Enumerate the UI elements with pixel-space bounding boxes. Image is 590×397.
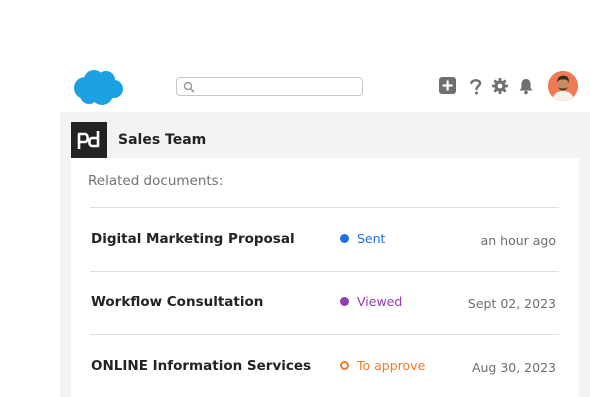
status-label: Viewed bbox=[357, 294, 403, 309]
search-input[interactable] bbox=[199, 79, 359, 94]
status-label: To approve bbox=[357, 358, 426, 373]
avatar-image bbox=[548, 71, 578, 101]
document-row[interactable]: ONLINE Information Services To approve A… bbox=[0, 358, 590, 388]
gear-icon[interactable] bbox=[491, 77, 509, 95]
document-row[interactable]: Digital Marketing Proposal Sent an hour … bbox=[0, 231, 590, 261]
status-badge: Viewed bbox=[340, 294, 402, 309]
document-name[interactable]: Digital Marketing Proposal bbox=[91, 231, 295, 247]
document-name[interactable]: Workflow Consultation bbox=[91, 294, 263, 310]
search-icon bbox=[183, 81, 195, 93]
salesforce-cloud-icon[interactable] bbox=[72, 68, 124, 106]
status-dot bbox=[340, 361, 349, 370]
status-label: Sent bbox=[357, 231, 386, 246]
help-icon[interactable] bbox=[467, 77, 485, 95]
add-icon[interactable] bbox=[439, 77, 457, 95]
card-title: Sales Team bbox=[118, 132, 207, 148]
status-badge: To approve bbox=[340, 358, 425, 373]
search-box[interactable] bbox=[176, 77, 363, 96]
user-avatar[interactable] bbox=[548, 71, 578, 101]
bell-icon[interactable] bbox=[517, 77, 535, 95]
status-dot bbox=[340, 297, 349, 306]
divider bbox=[90, 207, 559, 208]
document-name[interactable]: ONLINE Information Services bbox=[91, 358, 311, 374]
document-date: Aug 30, 2023 bbox=[471, 360, 556, 375]
document-date: an hour ago bbox=[480, 233, 556, 248]
status-dot bbox=[340, 234, 349, 243]
document-date: Sept 02, 2023 bbox=[467, 296, 556, 311]
related-documents-label: Related documents: bbox=[88, 173, 224, 189]
status-badge: Sent bbox=[340, 231, 385, 246]
pandadoc-logo bbox=[71, 122, 107, 158]
divider bbox=[90, 271, 559, 272]
divider bbox=[90, 334, 559, 335]
document-row[interactable]: Workflow Consultation Viewed Sept 02, 20… bbox=[0, 294, 590, 324]
